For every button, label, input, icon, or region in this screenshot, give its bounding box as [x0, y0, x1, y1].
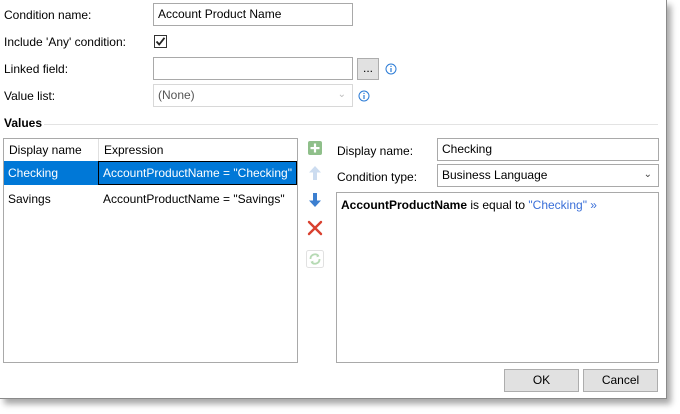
condition-type-label: Condition type:: [337, 170, 418, 184]
preview-operator: is equal to: [467, 198, 529, 212]
linked-field-label: Linked field:: [4, 62, 69, 76]
column-header-display-name[interactable]: Display name: [9, 143, 82, 157]
row-display-name: Savings: [8, 192, 51, 206]
row-display-name: Checking: [8, 166, 59, 180]
preview-field-name[interactable]: AccountProductName: [341, 198, 467, 212]
include-any-checkbox[interactable]: [154, 35, 167, 48]
plus-icon: [308, 141, 322, 155]
condition-preview[interactable]: AccountProductName is equal to "Checking…: [336, 192, 659, 363]
checkmark-icon: [155, 37, 166, 46]
include-any-label: Include 'Any' condition:: [4, 35, 126, 49]
ok-button[interactable]: OK: [504, 369, 579, 392]
condition-name-label: Condition name:: [4, 8, 92, 22]
section-divider: [44, 124, 658, 125]
value-list-label: Value list:: [4, 89, 56, 103]
condition-type-selected: Business Language: [442, 168, 548, 182]
arrow-up-icon: [309, 166, 321, 180]
values-grid[interactable]: Display name Expression Checking Account…: [3, 138, 298, 363]
arrow-down-icon: [309, 193, 321, 207]
delete-x-icon: [307, 220, 323, 236]
move-up-button[interactable]: [305, 163, 325, 183]
table-row[interactable]: Checking AccountProductName = "Checking": [4, 161, 297, 185]
info-icon[interactable]: [385, 63, 397, 75]
display-name-label: Display name:: [337, 144, 414, 158]
delete-value-button[interactable]: [305, 218, 325, 238]
row-expression: AccountProductName = "Savings": [103, 192, 285, 206]
column-separator: [98, 139, 99, 161]
display-name-field[interactable]: Checking: [437, 138, 659, 161]
condition-name-field[interactable]: Account Product Name: [153, 3, 353, 26]
table-row[interactable]: Savings AccountProductName = "Savings": [4, 187, 297, 211]
cancel-button[interactable]: Cancel: [583, 369, 658, 392]
info-icon[interactable]: [358, 90, 370, 102]
refresh-icon: [306, 250, 324, 268]
column-header-expression[interactable]: Expression: [104, 143, 163, 157]
values-section-title: Values: [4, 116, 43, 130]
add-value-button[interactable]: [305, 138, 325, 158]
move-down-button[interactable]: [305, 190, 325, 210]
value-list-selected: (None): [158, 88, 195, 102]
grid-header: Display name Expression: [4, 139, 297, 162]
chevron-down-icon: ⌄: [643, 169, 652, 180]
value-list-dropdown[interactable]: (None) ⌄: [153, 84, 353, 107]
browse-button[interactable]: ...: [357, 58, 379, 80]
linked-field-input[interactable]: [153, 57, 353, 80]
condition-dialog: Condition name: Account Product Name Inc…: [0, 0, 667, 399]
chevron-down-icon: ⌄: [337, 89, 346, 100]
preview-value-link[interactable]: "Checking" »: [528, 198, 597, 212]
refresh-button[interactable]: [305, 249, 325, 269]
condition-type-dropdown[interactable]: Business Language ⌄: [437, 164, 659, 187]
row-expression: AccountProductName = "Checking": [103, 166, 292, 180]
